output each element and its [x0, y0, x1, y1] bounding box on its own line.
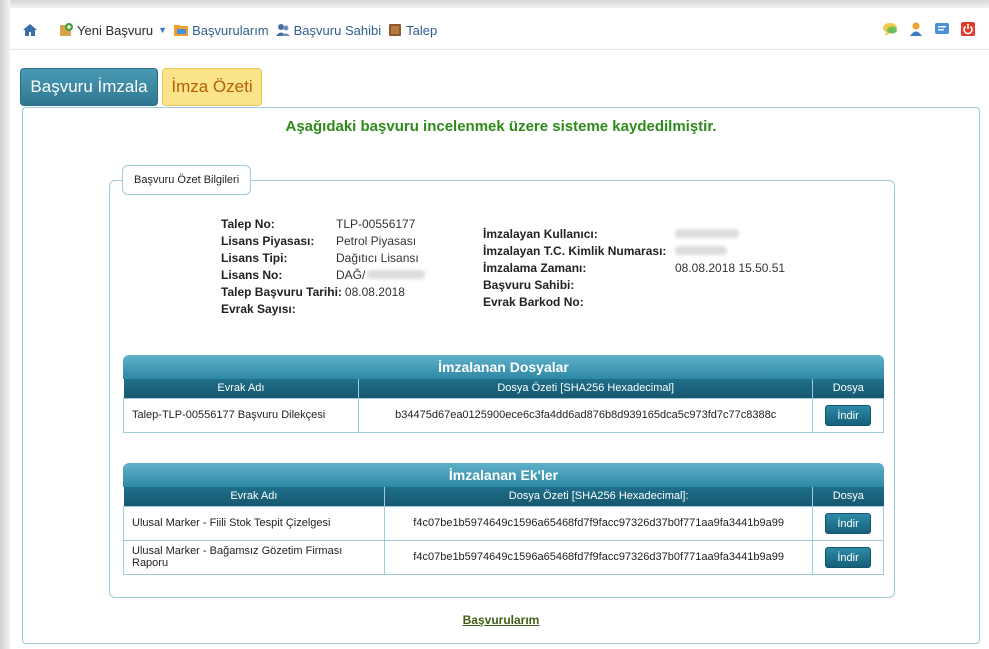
column-header: Dosya Özeti [SHA256 Hexadecimal]: — [384, 487, 814, 506]
info-key: Talep Başvuru Tarihi: — [221, 284, 342, 299]
download-cell: İndir — [812, 539, 884, 575]
my-applications-icon — [173, 22, 189, 38]
info-row: Lisans Piyasası: Petrol Piyasası — [221, 232, 425, 249]
nav-request[interactable]: Talep — [387, 22, 437, 38]
file-hash: b34475d67ea0125900ece6c3fa4dd6ad876b8d93… — [358, 397, 814, 433]
info-row: Başvuru Sahibi: — [483, 276, 785, 293]
my-applications-link[interactable]: Başvurularım — [23, 613, 979, 627]
page-headline: Aşağıdaki başvuru incelenmek üzere siste… — [285, 118, 717, 135]
window-frame-left — [0, 0, 10, 649]
download-button[interactable]: İndir — [825, 546, 872, 568]
file-hash: f4c07be1b5974649c1596a65468fd7f9facc9732… — [384, 505, 814, 541]
info-key: Lisans No: — [221, 267, 283, 282]
tab-sign-application[interactable]: Başvuru İmzala — [20, 68, 158, 106]
info-key: Talep No: — [221, 216, 275, 231]
file-name: Talep-TLP-00556177 Başvuru Dilekçesi — [122, 397, 360, 433]
info-key: Lisans Piyasası: — [221, 233, 315, 248]
file-name: Ulusal Marker - Bağamsız Gözetim Firması… — [122, 539, 386, 575]
info-key: İmzalayan Kullanıcı: — [483, 226, 598, 241]
file-hash: f4c07be1b5974649c1596a65468fd7f9facc9732… — [384, 539, 814, 575]
file-name: Ulusal Marker - Fiili Stok Tespit Çizelg… — [122, 505, 386, 541]
info-value: 08.08.2018 15.50.51 — [675, 260, 786, 275]
signed-files-table: Evrak Adı Dosya Özeti [SHA256 Hexadecima… — [122, 379, 884, 433]
redacted-value — [675, 246, 727, 255]
power-icon[interactable] — [960, 21, 977, 38]
user-icon[interactable] — [908, 21, 925, 38]
info-row: Talep No: TLP-00556177 — [221, 215, 425, 232]
redacted-value — [675, 229, 739, 238]
signed-files-title: İmzalanan Dosyalar — [123, 355, 884, 379]
info-row: Evrak Sayısı: — [221, 300, 425, 317]
top-navigation-bar: Yeni Başvuru ▼ Başvurularım Başvuru Sahi… — [10, 10, 989, 50]
nav-my-applications-label: Başvurularım — [192, 22, 269, 38]
chevron-down-icon: ▼ — [158, 25, 168, 35]
info-row: İmzalama Zamanı: 08.08.2018 15.50.51 — [483, 259, 785, 276]
nav-new-application-label: Yeni Başvuru — [77, 22, 154, 38]
signed-files-section: İmzalanan Dosyalar Evrak Adı Dosya Özeti… — [122, 355, 884, 433]
help-icon[interactable] — [934, 21, 951, 38]
table-row: Ulusal Marker - Bağamsız Gözetim Firması… — [122, 539, 884, 575]
nav-new-application[interactable]: Yeni Başvuru ▼ — [58, 22, 167, 38]
signed-attachments-title: İmzalanan Ek'ler — [123, 463, 884, 487]
info-value: TLP-00556177 — [336, 216, 416, 231]
download-button[interactable]: İndir — [825, 404, 872, 426]
toolbar-right — [882, 21, 977, 38]
download-button[interactable]: İndir — [825, 512, 872, 534]
info-value: Petrol Piyasası — [336, 233, 417, 248]
main-nav: Yeni Başvuru ▼ Başvurularım Başvuru Sahi… — [22, 19, 437, 41]
info-row: İmzalayan T.C. Kimlik Numarası: — [483, 242, 785, 259]
info-key: Evrak Barkod No: — [483, 294, 584, 309]
column-header: Evrak Adı — [123, 487, 386, 506]
info-row: Evrak Barkod No: — [483, 293, 785, 310]
nav-request-label: Talep — [406, 22, 438, 38]
column-header: Evrak Adı — [123, 379, 360, 398]
info-key: Evrak Sayısı: — [221, 301, 296, 316]
table-row: Talep-TLP-00556177 Başvuru Dilekçesi b34… — [122, 397, 884, 433]
info-value: Dağıtıcı Lisansı — [336, 250, 419, 265]
info-value: 08.08.2018 — [344, 284, 405, 299]
info-row: Talep Başvuru Tarihi: 08.08.2018 — [221, 283, 425, 300]
main-panel: Aşağıdaki başvuru incelenmek üzere siste… — [22, 107, 980, 644]
info-row: Lisans Tipi: Dağıtıcı Lisansı — [221, 249, 425, 266]
summary-legend: Başvuru Özet Bilgileri — [122, 165, 252, 195]
redacted-value — [367, 270, 426, 279]
column-header: Dosya — [812, 487, 884, 506]
signed-attachments-table: Evrak Adı Dosya Özeti [SHA256 Hexadecima… — [122, 487, 884, 575]
application-summary-box: Başvuru Özet Bilgileri Talep No: TLP-0055… — [109, 165, 895, 598]
signed-attachments-section: İmzalanan Ek'ler Evrak Adı Dosya Özeti [… — [122, 463, 884, 575]
nav-applicant-label: Başvuru Sahibi — [293, 22, 382, 38]
column-header: Dosya — [812, 379, 884, 398]
info-key: Lisans Tipi: — [221, 250, 288, 265]
nav-my-applications[interactable]: Başvurularım — [173, 22, 269, 38]
tab-signature-summary[interactable]: İmza Özeti — [162, 68, 262, 106]
info-row: İmzalayan Kullanıcı: — [483, 225, 785, 242]
info-row: Lisans No: DAĞ/ — [221, 266, 426, 283]
info-key: İmzalama Zamanı: — [483, 260, 587, 275]
chat-icon[interactable] — [882, 21, 899, 38]
table-row: Ulusal Marker - Fiili Stok Tespit Çizelg… — [122, 505, 884, 541]
info-key: Başvuru Sahibi: — [483, 277, 575, 292]
download-cell: İndir — [812, 505, 884, 541]
new-application-icon — [58, 22, 74, 38]
request-icon — [387, 22, 403, 38]
info-value: DAĞ/ — [336, 267, 366, 282]
window-frame-top — [0, 0, 989, 8]
home-icon[interactable] — [22, 22, 38, 38]
summary-info-right: İmzalayan Kullanıcı: İmzalayan T.C. Kiml… — [483, 225, 785, 310]
applicant-icon — [275, 22, 291, 38]
info-key: İmzalayan T.C. Kimlik Numarası: — [483, 243, 667, 258]
column-header: Dosya Özeti [SHA256 Hexadecimal] — [358, 379, 814, 398]
download-cell: İndir — [812, 397, 884, 433]
summary-info-left: Talep No: TLP-00556177 Lisans Piyasası: Pe… — [221, 215, 426, 317]
nav-applicant[interactable]: Başvuru Sahibi — [275, 22, 381, 38]
